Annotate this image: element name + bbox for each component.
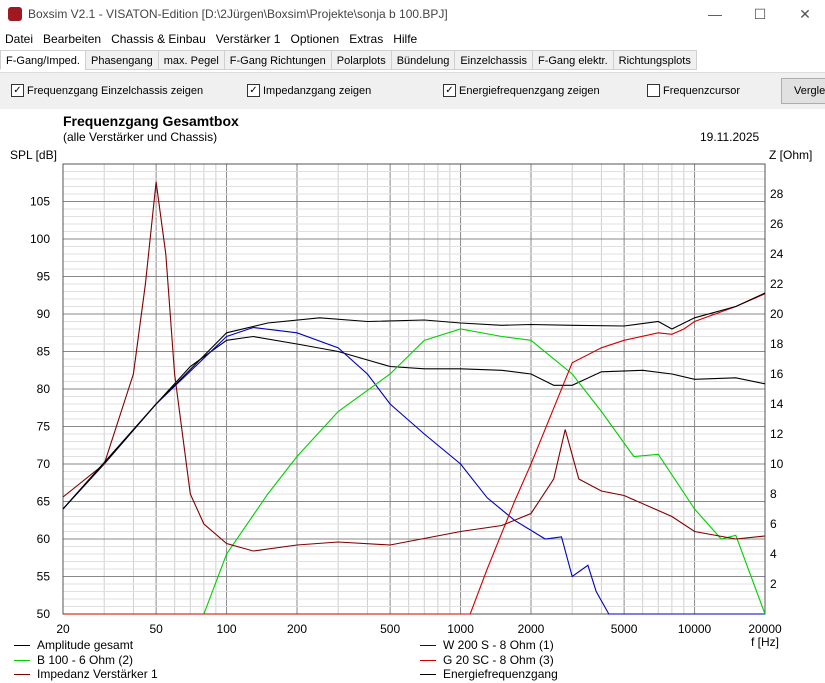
y2-tick-label: 22 bbox=[770, 277, 784, 291]
x-tick-label: 1000 bbox=[447, 622, 474, 636]
y2-tick-label: 16 bbox=[770, 367, 784, 381]
y2-tick-label: 6 bbox=[770, 517, 777, 531]
x-tick-label: 500 bbox=[380, 622, 400, 636]
frequency-response-chart: 20 50 100 200 500 1000 2000 5000 10000 20000 50 55 6… bbox=[10, 148, 812, 649]
x-tick-label: 200 bbox=[287, 622, 307, 636]
y-tick-label: 50 bbox=[37, 607, 51, 621]
y-tick-label: 80 bbox=[37, 382, 51, 396]
y-tick-label: 75 bbox=[37, 420, 51, 434]
y2-tick-label: 18 bbox=[770, 337, 784, 351]
series-line-energiefrequenzgang bbox=[62, 292, 766, 510]
x-tick-label: 20 bbox=[56, 622, 70, 636]
y-tick-label: 105 bbox=[30, 195, 50, 209]
y2-tick-label: 12 bbox=[770, 427, 784, 441]
legend-item: B 100 - 6 Ohm (2) bbox=[14, 653, 133, 667]
y2-tick-label: 4 bbox=[770, 547, 777, 561]
legend-item: Amplitude gesamt bbox=[14, 638, 133, 652]
legend-item: W 200 S - 8 Ohm (1) bbox=[420, 638, 554, 652]
y2-tick-label: 10 bbox=[770, 457, 784, 471]
y-tick-label: 60 bbox=[37, 532, 51, 546]
series-line-g-20-sc-8-ohm-3- bbox=[63, 293, 766, 615]
legend-item: G 20 SC - 8 Ohm (3) bbox=[420, 653, 554, 667]
y-tick-label: 100 bbox=[30, 232, 50, 246]
legend-item: Energiefrequenzgang bbox=[420, 667, 558, 681]
x-tick-label: 50 bbox=[149, 622, 163, 636]
x-tick-label: 10000 bbox=[678, 622, 712, 636]
y-tick-label: 90 bbox=[37, 307, 51, 321]
x-tick-label: 20000 bbox=[748, 622, 782, 636]
y2-tick-label: 2 bbox=[770, 577, 777, 591]
y-tick-label: 55 bbox=[37, 570, 51, 584]
y-tick-label: 70 bbox=[37, 457, 51, 471]
legend-item: Impedanz Verstärker 1 bbox=[14, 667, 158, 681]
series-line-w-200-s-8-ohm-1- bbox=[62, 326, 765, 615]
y-tick-label: 85 bbox=[37, 345, 51, 359]
x-tick-label: 100 bbox=[217, 622, 237, 636]
y2-tick-label: 20 bbox=[770, 307, 784, 321]
x-tick-label: 2000 bbox=[518, 622, 545, 636]
x-tick-label: 5000 bbox=[611, 622, 638, 636]
y2-tick-label: 28 bbox=[770, 187, 784, 201]
y2-axis-label: Z [Ohm] bbox=[769, 148, 812, 162]
y-tick-label: 95 bbox=[37, 270, 51, 284]
y-axis-label: SPL [dB] bbox=[10, 148, 57, 162]
y-tick-label: 65 bbox=[37, 495, 51, 509]
y2-tick-label: 26 bbox=[770, 217, 784, 231]
x-axis-label: f [Hz] bbox=[751, 635, 779, 649]
y2-tick-label: 8 bbox=[770, 487, 777, 501]
y2-tick-label: 14 bbox=[770, 397, 784, 411]
y2-tick-label: 24 bbox=[770, 247, 784, 261]
series-line-amplitude-gesamt bbox=[62, 335, 766, 510]
